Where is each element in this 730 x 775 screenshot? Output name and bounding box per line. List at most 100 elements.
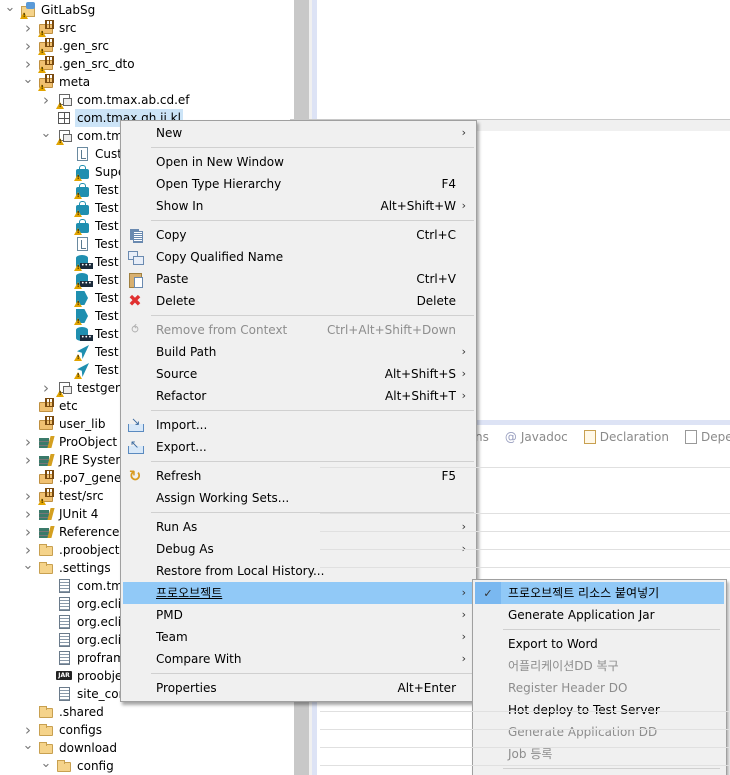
tree-item[interactable]: › com.tmax.ab.cd.ef (0, 91, 294, 109)
menu-item-new[interactable]: New › (123, 122, 474, 144)
tree-item-label: .settings (59, 561, 111, 575)
tree-file-icon-shape (77, 237, 88, 251)
tree-item[interactable]: ⌄ GitLabSg (0, 0, 294, 19)
at-icon: @ (504, 430, 517, 444)
bag-icon (74, 182, 90, 199)
menu-item-refactor[interactable]: Refactor Alt+Shift+T › (123, 385, 474, 407)
library-icon (38, 434, 54, 450)
chevron-right-icon[interactable]: › (22, 505, 34, 523)
menu-item-refresh[interactable]: ↻ Refresh F5 (123, 465, 474, 487)
database-icon (74, 272, 93, 289)
tree-item[interactable]: › .gen_src (0, 37, 294, 55)
warning-overlay-icon (38, 84, 46, 91)
tree-item[interactable]: › src (0, 19, 294, 37)
menu-item-label: Copy Qualified Name (156, 250, 284, 264)
menu-item-label: Refactor (156, 389, 207, 403)
submenu-item[interactable]: Generate Application Jar (475, 604, 724, 626)
view-tab-dependencies[interactable]: Dependen (684, 430, 730, 444)
chevron-right-icon[interactable]: › (22, 487, 34, 505)
warning-overlay-icon (74, 228, 82, 235)
chevron-right-icon[interactable]: › (40, 91, 52, 109)
file-icon (56, 632, 72, 648)
editor-area[interactable] (317, 0, 730, 120)
menu-item-show-in[interactable]: Show In Alt+Shift+W › (123, 195, 474, 217)
chevron-right-icon[interactable]: › (22, 37, 34, 55)
menu-item-label: Open Type Hierarchy (156, 177, 282, 191)
source-folder-icon (38, 488, 54, 505)
menu-item-label: Import... (156, 418, 208, 432)
menu-item-build-path[interactable]: Build Path › (123, 341, 474, 363)
database-icon (74, 254, 93, 271)
tree-item[interactable]: ›.gen_src_dto (0, 55, 294, 73)
chevron-down-icon[interactable]: ⌄ (40, 754, 52, 772)
chevron-right-icon[interactable]: › (22, 451, 34, 469)
view-tab-declaration[interactable]: Declaration (583, 430, 669, 444)
tree-item[interactable]: ⌄ meta (0, 70, 294, 91)
submenu-item[interactable]: ✓ 프로오브젝트 리소스 붙여넣기 (475, 582, 724, 604)
menu-item-open-in-new-window[interactable]: Open in New Window (123, 151, 474, 173)
chevron-down-icon[interactable]: ⌄ (4, 0, 16, 16)
tree-item-label: com.tm (77, 579, 123, 593)
chevron-down-icon[interactable]: ⌄ (22, 556, 34, 574)
menu-item-paste[interactable]: Paste Ctrl+V (123, 268, 474, 290)
file-icon-shape (59, 687, 70, 701)
submenu-arrow-icon: › (461, 520, 466, 533)
menu-item-shortcut: Ctrl+V (416, 272, 456, 286)
menu-item-copy-qualified-name[interactable]: Copy Qualified Name (123, 246, 474, 268)
menu-item-delete[interactable]: ✖ Delete Delete (123, 290, 474, 312)
menu-item-run-as[interactable]: Run As › (123, 516, 474, 538)
menu-item-open-type-hierarchy[interactable]: Open Type Hierarchy F4 (123, 173, 474, 195)
menu-item-export[interactable]: Export... (123, 436, 474, 458)
submenu-arrow-icon: › (461, 199, 466, 212)
chevron-right-icon[interactable]: › (40, 379, 52, 397)
menu-item-label: Compare With (156, 652, 242, 666)
tree-item-label: Test (95, 345, 119, 359)
menu-item-label: Delete (156, 294, 196, 308)
menu-item-assign-working-sets[interactable]: Assign Working Sets... (123, 487, 474, 509)
package-icon (56, 110, 72, 126)
menu-item-source[interactable]: Source Alt+Shift+S › (123, 363, 474, 385)
submenu-item-label: Hot deploy to Test Server (508, 703, 660, 717)
submenu-item[interactable]: Hot deploy to Test Server (475, 699, 724, 721)
file-icon-shape (59, 615, 70, 629)
menu-item-restore-from-local-history[interactable]: Restore from Local History... (123, 560, 474, 582)
bag-icon (74, 218, 90, 235)
tree-item[interactable]: ⌄ config (0, 754, 294, 775)
warning-overlay-icon (74, 174, 82, 181)
tree-item-label: Test (95, 291, 119, 305)
submenu-item[interactable]: Export to Word (475, 633, 724, 655)
menu-item-copy[interactable]: Copy Ctrl+C (123, 224, 474, 246)
view-tab-problems[interactable]: ns (475, 430, 489, 444)
remove-context-icon: ⥀ (131, 323, 139, 336)
package-tree-icon (56, 380, 72, 397)
file-icon-shape (59, 579, 70, 593)
menu-item-compare-with[interactable]: Compare With › (123, 648, 474, 670)
menu-item-properties[interactable]: Properties Alt+Enter (123, 677, 474, 699)
menu-item-team[interactable]: Team › (123, 626, 474, 648)
chevron-down-icon[interactable]: ⌄ (22, 736, 34, 754)
menu-separator (151, 410, 474, 411)
tree-item[interactable]: › configs (0, 721, 294, 739)
tree-item[interactable]: .shared (0, 703, 294, 721)
view-tab-javadoc[interactable]: @ Javadoc (505, 430, 568, 444)
menu-item-label: Build Path (156, 345, 217, 359)
chevron-right-icon[interactable]: › (22, 523, 34, 541)
menu-item-shortcut: Alt+Shift+S (384, 367, 456, 381)
menu-item-pmd[interactable]: PMD › (123, 604, 474, 626)
menu-item-label: Team (156, 630, 188, 644)
chevron-down-icon[interactable]: ⌄ (22, 70, 34, 88)
chevron-right-icon[interactable]: › (22, 19, 34, 37)
warning-overlay-icon (38, 48, 46, 55)
chevron-down-icon[interactable]: ⌄ (40, 124, 52, 142)
menu-item-proobject[interactable]: 프로오브젝트 › (123, 582, 474, 604)
menu-separator (151, 315, 474, 316)
menu-item-import[interactable]: Import... (123, 414, 474, 436)
chevron-right-icon[interactable]: › (22, 433, 34, 451)
